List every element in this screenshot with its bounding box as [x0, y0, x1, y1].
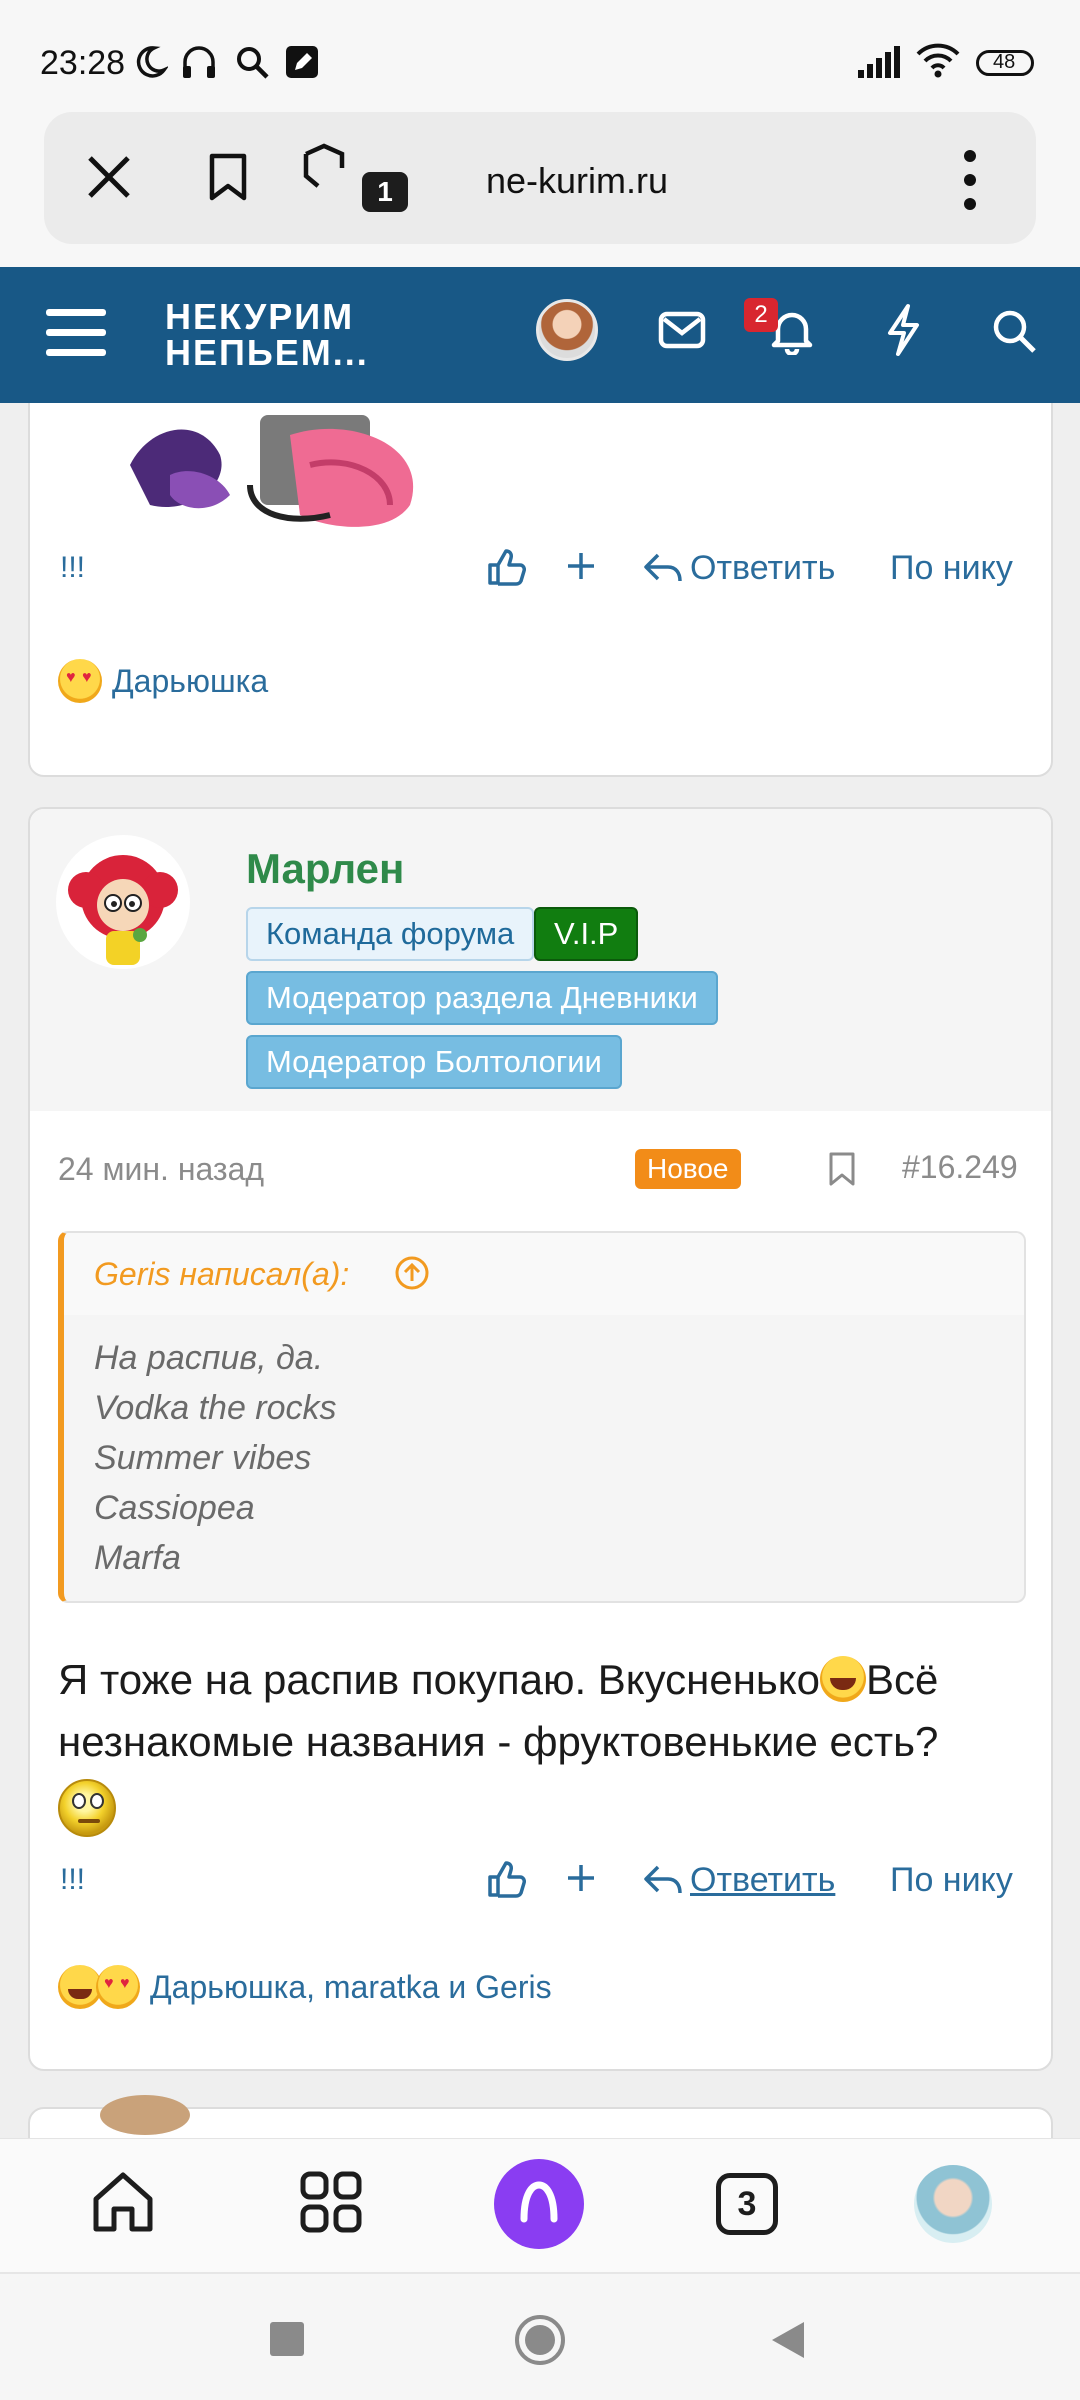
close-icon[interactable] [86, 154, 132, 200]
like-icon[interactable] [486, 547, 526, 587]
reaction-users[interactable]: Дарьюшка [112, 663, 268, 700]
reply-button[interactable]: Ответить [690, 1861, 835, 1900]
tabs-counter[interactable]: 3 [716, 2173, 778, 2235]
more-icon[interactable] [964, 150, 976, 210]
plus-icon[interactable] [566, 1863, 596, 1893]
forum-header: НЕКУРИМ НЕПЬЕМ... 2 [0, 267, 1080, 403]
logo-line1: НЕКУРИМ [165, 296, 355, 337]
post-message: Я тоже на распив покупаю. Вкусненько Всё … [58, 1649, 1038, 1837]
site-logo[interactable]: НЕКУРИМ НЕПЬЕМ... [165, 299, 369, 371]
system-nav-bar [0, 2272, 1080, 2400]
post-card-previous: !!! Ответить По нику ♥ ♥ Дарьюшка [28, 403, 1053, 777]
search-icon [234, 44, 270, 80]
wifi-icon [914, 42, 962, 78]
recents-icon[interactable] [270, 2322, 304, 2356]
tabs-icon[interactable] [300, 142, 350, 198]
avatar[interactable] [536, 299, 598, 361]
user-avatar[interactable] [56, 835, 190, 969]
quote-header[interactable]: Geris написал(а): [64, 1233, 1024, 1315]
url-text[interactable]: ne-kurim.ru [486, 160, 668, 202]
reply-icon[interactable] [644, 551, 682, 585]
bookmark-icon[interactable] [206, 152, 250, 202]
back-icon[interactable] [770, 2320, 806, 2360]
battery-icon: 48 [976, 50, 1034, 76]
post-number[interactable]: #16.249 [902, 1149, 1018, 1186]
tag-moderator-chatter[interactable]: Модератор Болтологии [246, 1035, 622, 1089]
headphones-icon [180, 44, 218, 80]
tag-moderator-diaries[interactable]: Модератор раздела Дневники [246, 971, 718, 1025]
rofl-emoji [820, 1656, 867, 1702]
browser-bar: 1 ne-kurim.ru [0, 110, 1080, 267]
url-bar[interactable]: 1 ne-kurim.ru [44, 112, 1036, 244]
alice-icon[interactable] [494, 2159, 584, 2249]
logo-line2: НЕПЬЕМ... [165, 332, 369, 373]
quote-line: Vodka the rocks [94, 1389, 337, 1427]
menu-icon[interactable] [46, 305, 106, 361]
reaction-users[interactable]: Дарьюшка, maratka и Geris [150, 1969, 552, 2006]
post-card-next [28, 2095, 1053, 2138]
home-icon[interactable] [90, 2169, 156, 2235]
mail-icon[interactable] [658, 311, 706, 349]
browser-bottom-nav: 3 [0, 2138, 1080, 2272]
tag-vip[interactable]: V.I.P [534, 907, 639, 961]
rolling-eyes-emoji [58, 1779, 116, 1837]
report-button[interactable]: !!! [60, 551, 85, 585]
tab-count: 1 [362, 172, 408, 212]
quote-author[interactable]: Geris написал(а): [94, 1256, 349, 1292]
tabs-count: 3 [737, 2185, 757, 2223]
quote-line: Marfa [94, 1539, 181, 1577]
home-button-icon[interactable] [514, 2314, 566, 2366]
search-icon[interactable] [990, 307, 1038, 355]
plus-icon[interactable] [566, 551, 596, 581]
post-header: Марлен Команда форума V.I.P Модератор ра… [30, 809, 1051, 1111]
edit-icon [284, 44, 320, 80]
post-text-part1: Я тоже на распив покупаю. Вкусненько [58, 1656, 821, 1703]
quote-line: Summer vibes [94, 1439, 312, 1477]
sticker-image [110, 405, 430, 535]
username[interactable]: Марлен [246, 845, 404, 893]
new-badge: Новое [635, 1149, 741, 1189]
notification-badge: 2 [744, 298, 778, 332]
by-nick-button[interactable]: По нику [890, 1861, 1013, 1900]
moon-icon [132, 44, 168, 80]
post-time[interactable]: 24 мин. назад [58, 1151, 264, 1188]
reply-icon[interactable] [644, 1863, 682, 1897]
like-icon[interactable] [486, 1859, 526, 1899]
quote-body: На распив, да. Vodka the rocks Summer vi… [64, 1315, 1024, 1601]
bookmark-icon[interactable] [828, 1151, 856, 1187]
status-time: 23:28 [40, 44, 126, 82]
signal-icon [858, 46, 902, 78]
quote-line: На распив, да. [94, 1339, 324, 1377]
reply-button[interactable]: Ответить [690, 549, 835, 588]
by-nick-button[interactable]: По нику [890, 549, 1013, 588]
battery-level: 48 [993, 51, 1016, 73]
tag-team[interactable]: Команда форума [246, 907, 535, 961]
next-user-avatar[interactable] [100, 2095, 190, 2135]
status-bar: 23:28 48 [0, 0, 1080, 110]
lightning-icon[interactable] [884, 303, 922, 357]
profile-avatar[interactable] [914, 2165, 992, 2243]
quote-line: Cassiopea [94, 1489, 255, 1527]
quote-block: Geris написал(а): На распив, да. Vodka t… [58, 1231, 1026, 1603]
apps-icon[interactable] [300, 2171, 362, 2233]
thread-content: !!! Ответить По нику ♥ ♥ Дарьюшка Марлен… [0, 403, 1080, 2138]
post-card: Марлен Команда форума V.I.P Модератор ра… [28, 807, 1053, 2071]
heart-eyes-emoji: ♥ ♥ [96, 1965, 140, 2009]
report-button[interactable]: !!! [60, 1863, 85, 1897]
heart-eyes-emoji: ♥ ♥ [58, 659, 102, 703]
arrow-up-circle-icon[interactable] [394, 1255, 430, 1291]
